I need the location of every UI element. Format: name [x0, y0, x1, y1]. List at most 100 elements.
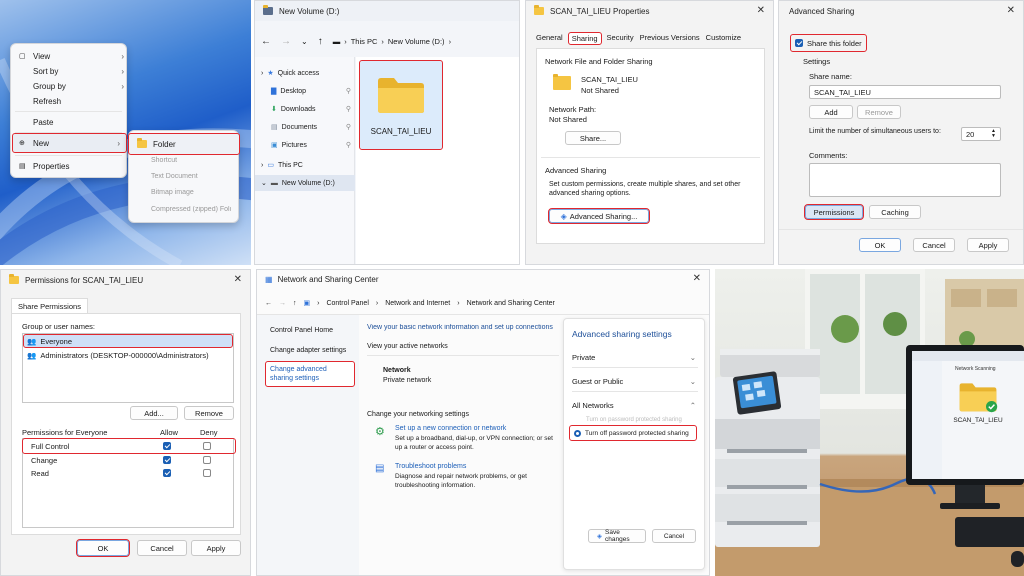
chevron-down-icon: ⌄ — [689, 377, 696, 386]
nav-item-downloads[interactable]: ⬇ Downloads ⚲ — [271, 105, 351, 114]
section-all-networks[interactable]: All Networks ⌃ — [572, 401, 696, 410]
menu-item-sort-by[interactable]: Sort by › — [19, 65, 124, 77]
nav-item-this-pc[interactable]: › ▭ This PC — [261, 161, 303, 170]
tab-security[interactable]: Security — [607, 33, 634, 44]
section-private[interactable]: Private ⌄ — [572, 353, 696, 362]
allow-checkbox[interactable] — [163, 442, 171, 450]
submenu-item-bitmap[interactable]: Bitmap image — [151, 189, 194, 199]
breadcrumb-item[interactable]: Network and Internet — [385, 300, 450, 307]
breadcrumb-item[interactable]: This PC — [351, 37, 378, 46]
pin-icon: ⚲ — [345, 124, 351, 131]
deny-checkbox[interactable] — [203, 469, 211, 477]
perm-row-read[interactable]: Read — [23, 467, 235, 479]
close-icon[interactable]: ✕ — [1007, 5, 1015, 16]
breadcrumb-item[interactable]: Network and Sharing Center — [467, 300, 555, 307]
breadcrumb[interactable]: ▬ › This PC › New Volume (D:) › — [333, 37, 451, 46]
section-guest-public[interactable]: Guest or Public ⌄ — [572, 377, 696, 386]
close-icon[interactable]: ✕ — [693, 273, 701, 284]
menu-item-refresh[interactable]: Refresh — [19, 95, 124, 107]
deny-column-header: Deny — [200, 428, 218, 437]
perm-row-full-control[interactable]: Full Control — [22, 438, 236, 454]
menu-item-new[interactable]: ⊕ New › — [12, 133, 127, 153]
caching-button[interactable]: Caching — [869, 205, 921, 219]
chevron-down-icon[interactable]: ⌄ — [301, 37, 308, 46]
page-heading: View your basic network information and … — [367, 324, 553, 331]
apply-button[interactable]: Apply — [967, 238, 1009, 252]
users-list: 👥 Everyone 👥 Administrators (DESKTOP-00000… — [22, 333, 234, 403]
link-change-advanced-sharing[interactable]: Change advanced sharing settings — [265, 361, 355, 387]
submenu-item-folder[interactable]: Folder — [128, 133, 240, 155]
turn-on-password-sharing-option[interactable]: Turn on password protected sharing — [586, 417, 682, 423]
nav-item-new-volume[interactable]: ⌄ ▬ New Volume (D:) — [255, 175, 355, 191]
deny-checkbox[interactable] — [203, 442, 211, 450]
cancel-button[interactable]: Cancel — [652, 529, 696, 543]
nav-item-pictures[interactable]: ▣ Pictures ⚲ — [271, 141, 351, 150]
content-pane: SCAN_TAI_LIEU — [356, 57, 519, 264]
troubleshoot-icon: ▤ — [375, 463, 385, 474]
up-icon[interactable]: ↑ — [318, 36, 323, 47]
ok-button[interactable]: OK — [859, 238, 901, 252]
stepper-arrows-icon[interactable]: ▲ ▼ — [991, 129, 996, 139]
link-control-panel-home[interactable]: Control Panel Home — [270, 327, 333, 334]
chevron-right-icon: › — [121, 51, 124, 61]
menu-divider — [15, 132, 122, 133]
submenu-item-text-document[interactable]: Text Document — [151, 173, 198, 183]
menu-item-view[interactable]: ▢ View › — [19, 50, 124, 62]
apply-button[interactable]: Apply — [191, 540, 241, 556]
remove-button[interactable]: Remove — [184, 406, 234, 420]
forward-icon[interactable]: → — [279, 300, 286, 307]
submenu-item-compressed[interactable]: Compressed (zipped) Folder — [151, 206, 231, 216]
nav-item-documents[interactable]: ▤ Documents ⚲ — [271, 123, 351, 132]
panel-file-explorer: New Volume (D:) ← → ⌄ ↑ ▬ › This PC › New … — [254, 0, 520, 265]
troubleshoot-link[interactable]: Troubleshoot problems — [395, 463, 466, 470]
back-icon[interactable]: ← — [265, 300, 272, 307]
link-change-adapter-settings[interactable]: Change adapter settings — [270, 347, 346, 354]
forward-icon[interactable]: → — [281, 36, 291, 47]
user-limit-stepper[interactable]: 20 ▲ ▼ — [961, 127, 1001, 141]
perm-row-change[interactable]: Change — [23, 454, 235, 466]
save-changes-button[interactable]: ◈ Save changes — [588, 529, 646, 543]
nav-item-quick-access[interactable]: › ★ Quick access — [261, 69, 319, 78]
setup-connection-link[interactable]: Set up a new connection or network — [395, 425, 506, 432]
nav-item-desktop[interactable]: ▇ Desktop ⚲ — [271, 87, 351, 96]
breadcrumb-item[interactable]: New Volume (D:) — [388, 37, 445, 46]
share-this-folder-checkbox[interactable]: Share this folder — [790, 34, 867, 52]
up-icon[interactable]: ↑ — [293, 300, 297, 307]
permissions-table: Full Control Change Read — [22, 438, 236, 528]
breadcrumb-item[interactable]: Control Panel — [326, 300, 368, 307]
tab-previous-versions[interactable]: Previous Versions — [640, 33, 700, 44]
add-button[interactable]: Add — [809, 105, 853, 119]
turn-off-password-sharing-option[interactable]: Turn off password protected sharing — [569, 425, 697, 441]
cancel-button[interactable]: Cancel — [137, 540, 187, 556]
tab-customize[interactable]: Customize — [706, 33, 741, 44]
advanced-sharing-button[interactable]: ◈ Advanced Sharing... — [548, 208, 650, 224]
menu-item-group-by[interactable]: Group by › — [19, 80, 124, 92]
tab-sharing[interactable]: Sharing — [567, 32, 602, 45]
cancel-button[interactable]: Cancel — [913, 238, 955, 252]
allow-checkbox[interactable] — [163, 456, 171, 464]
tab-general[interactable]: General — [536, 33, 563, 44]
share-button[interactable]: Share... — [565, 131, 621, 145]
user-row-administrators[interactable]: 👥 Administrators (DESKTOP-000000\Administ… — [24, 349, 232, 361]
remove-button[interactable]: Remove — [857, 105, 901, 119]
setup-connection-desc: Set up a broadband, dial-up, or VPN conn… — [395, 435, 553, 451]
tab-share-permissions[interactable]: Share Permissions — [11, 298, 88, 314]
allow-checkbox[interactable] — [163, 469, 171, 477]
group-title-advanced-sharing: Advanced Sharing — [545, 166, 607, 175]
close-icon[interactable]: ✕ — [234, 274, 242, 285]
deny-checkbox[interactable] — [203, 456, 211, 464]
comments-textarea[interactable] — [809, 163, 1001, 197]
pc-icon: ▬ — [332, 36, 341, 46]
close-icon[interactable]: ✕ — [757, 5, 765, 16]
menu-item-properties[interactable]: ▤ Properties — [19, 160, 124, 172]
submenu-item-shortcut[interactable]: Shortcut — [151, 157, 177, 167]
user-row-everyone[interactable]: 👥 Everyone — [23, 334, 233, 348]
shared-folder-label: SCAN_TAI_LIEU — [953, 417, 1003, 424]
menu-item-paste[interactable]: Paste — [19, 116, 124, 128]
permissions-button[interactable]: Permissions — [804, 204, 864, 220]
folder-tile-scan-tai-lieu[interactable]: SCAN_TAI_LIEU — [359, 60, 443, 150]
share-name-input[interactable]: SCAN_TAI_LIEU — [809, 85, 1001, 99]
add-button[interactable]: Add... — [130, 406, 178, 420]
ok-button[interactable]: OK — [76, 539, 130, 557]
back-icon[interactable]: ← — [261, 36, 271, 47]
